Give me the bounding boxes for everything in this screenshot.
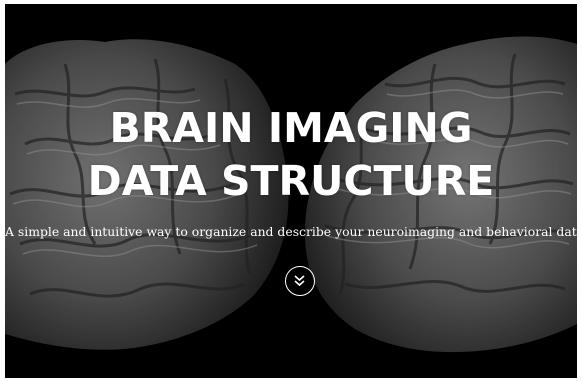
double-chevron-down-icon xyxy=(294,275,305,287)
hero-title-line-2: DATA STRUCTURE xyxy=(87,157,495,205)
scroll-down-button[interactable] xyxy=(285,266,315,296)
hero-title-line-1: BRAIN IMAGING xyxy=(109,104,473,152)
hero-tagline: A simple and intuitive way to organize a… xyxy=(5,224,577,239)
hero-banner: BRAIN IMAGING DATA STRUCTURE A simple an… xyxy=(5,4,577,378)
